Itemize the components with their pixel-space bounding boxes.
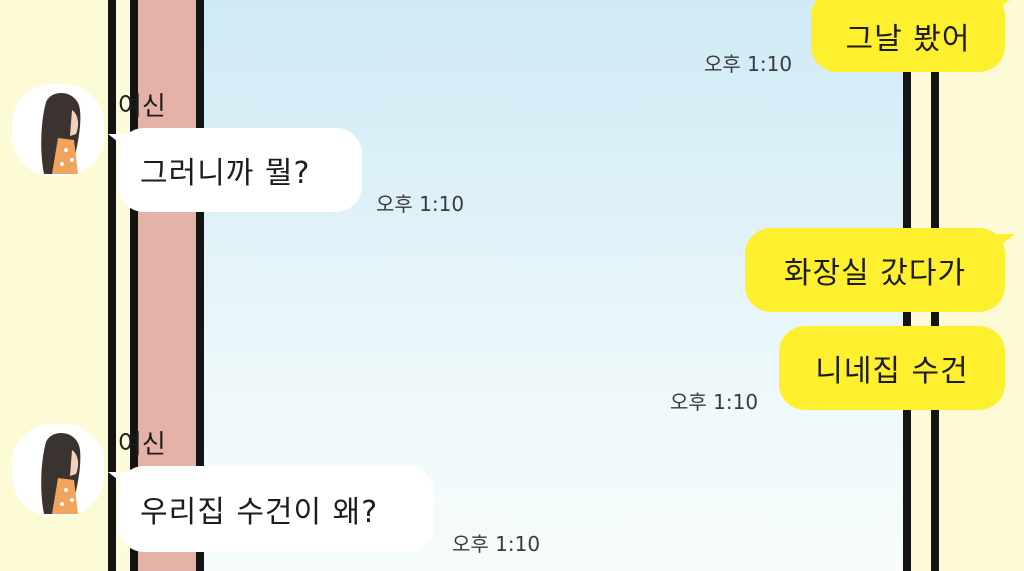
message-timestamp: 오후 1:10 [670, 390, 759, 414]
sender-name: 여신 [118, 92, 166, 122]
message-text: 화장실 갔다가 [783, 256, 967, 291]
girl-avatar-icon [41, 92, 81, 174]
incoming-message-bubble[interactable]: 그러니까 뭘? [108, 128, 362, 212]
message-timestamp: 오후 1:10 [452, 532, 541, 556]
girl-avatar-icon[interactable] [12, 424, 104, 516]
incoming-message-bubble[interactable]: 우리집 수건이 왜? [108, 466, 434, 552]
outgoing-message-bubble[interactable]: 니네집 수건 [779, 326, 1005, 410]
girl-avatar-icon[interactable] [12, 84, 104, 176]
message-text: 니네집 수건 [815, 354, 969, 389]
outgoing-message-bubble[interactable]: 화장실 갔다가 [745, 228, 1015, 312]
sender-name: 여신 [118, 430, 166, 460]
message-text: 그러니까 뭘? [140, 156, 311, 191]
message-text: 우리집 수건이 왜? [140, 495, 379, 530]
message-timestamp: 오후 1:10 [376, 192, 465, 216]
outgoing-message-bubble[interactable]: 그날 봤어 [811, 0, 1015, 72]
message-text: 그날 봤어 [845, 22, 971, 57]
message-timestamp: 오후 1:10 [704, 52, 793, 76]
girl-avatar-icon [41, 432, 81, 514]
